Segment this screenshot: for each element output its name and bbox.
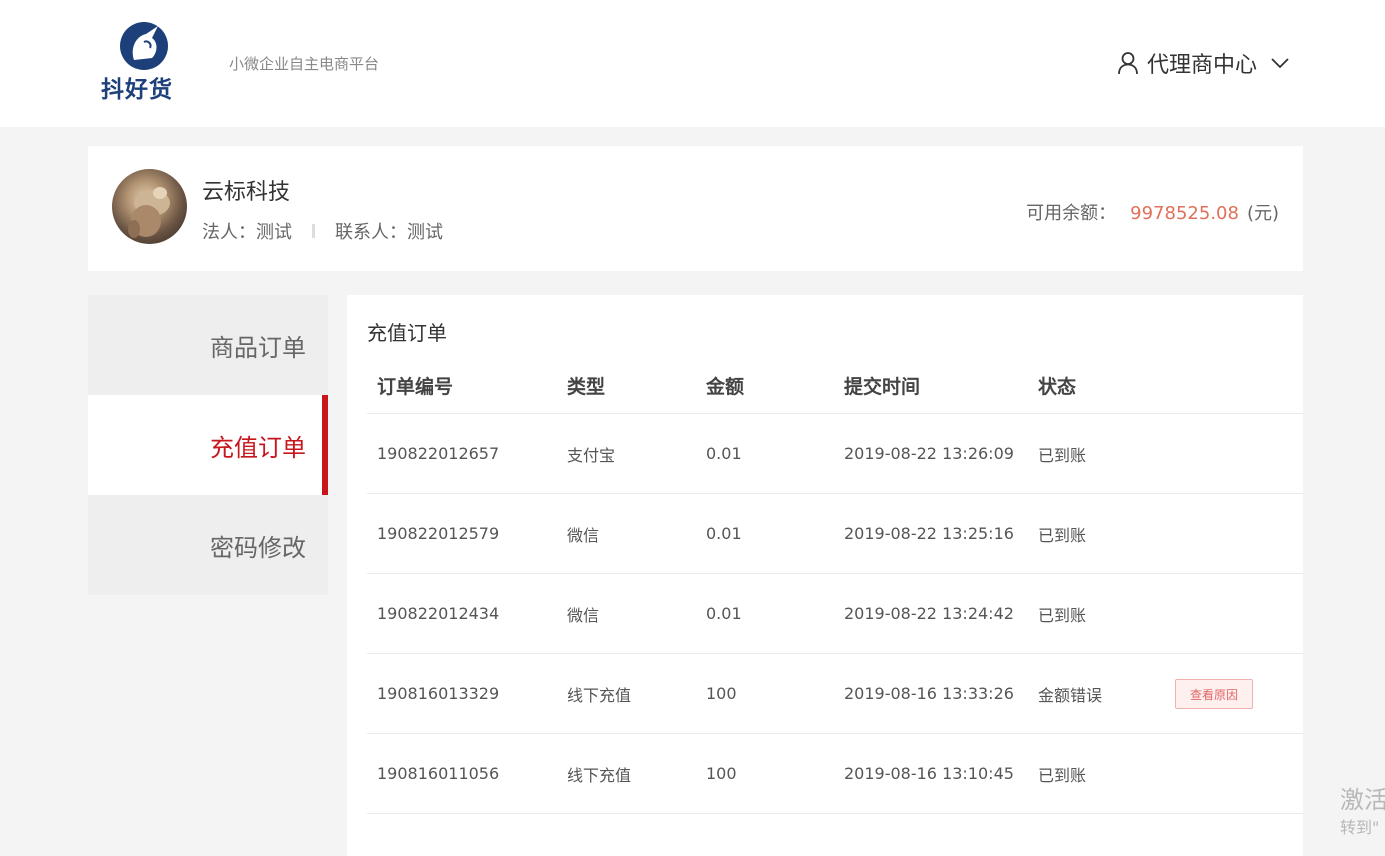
- legal-person: 法人：测试: [202, 222, 292, 243]
- amount-cell: 100: [706, 764, 737, 783]
- sidebar-item-product-orders[interactable]: 商品订单: [88, 295, 328, 395]
- type-cell: 线下充值: [567, 685, 632, 705]
- type-cell: 支付宝: [567, 445, 616, 465]
- status-cell: 已到账: [1038, 525, 1087, 545]
- type-cell: 微信: [567, 525, 600, 545]
- sidebar-item-recharge-orders[interactable]: 充值订单: [88, 395, 328, 495]
- table-row: 190816011056 线下充值 100 2019-08-16 13:10:4…: [367, 734, 1303, 814]
- logo-text: 抖好货: [101, 77, 173, 103]
- sidebar-item-label: 密码修改: [210, 533, 306, 562]
- chevron-down-icon: [1271, 58, 1289, 68]
- main-content: 充值订单 订单编号 类型 金额 提交时间 状态 190822012657 支付宝…: [347, 295, 1303, 856]
- time-cell: 2019-08-22 13:26:09: [844, 444, 1014, 463]
- watermark-line-1: 激活: [1340, 786, 1385, 814]
- sidebar-item-change-password[interactable]: 密码修改: [88, 495, 328, 595]
- table-header: 订单编号 类型 金额 提交时间 状态: [367, 358, 1303, 414]
- column-header-type: 类型: [567, 376, 606, 398]
- user-center-menu[interactable]: 代理商中心: [1117, 48, 1289, 78]
- amount-cell: 100: [706, 684, 737, 703]
- divider: [312, 224, 315, 238]
- order-no-cell: 190816011056: [377, 764, 500, 783]
- column-header-order-no: 订单编号: [377, 376, 454, 398]
- top-header: 抖好货 小微企业自主电商平台 代理商中心: [0, 0, 1385, 127]
- status-cell: 金额错误: [1038, 685, 1103, 705]
- status-cell: 已到账: [1038, 445, 1087, 465]
- contact-person: 联系人：测试: [335, 222, 443, 243]
- balance-unit: (元): [1246, 203, 1279, 224]
- column-header-status: 状态: [1038, 376, 1077, 398]
- balance-amount: 9978525.08: [1130, 203, 1239, 224]
- table-row: 190816013329 线下充值 100 2019-08-16 13:33:2…: [367, 654, 1303, 734]
- table-row: 190822012657 支付宝 0.01 2019-08-22 13:26:0…: [367, 414, 1303, 494]
- sidebar-item-label: 商品订单: [210, 333, 306, 362]
- column-header-time: 提交时间: [844, 376, 921, 398]
- user-center-label: 代理商中心: [1147, 53, 1258, 78]
- sidebar-item-label: 充值订单: [210, 433, 306, 462]
- recharge-order-table: 订单编号 类型 金额 提交时间 状态 190822012657 支付宝 0.01…: [367, 358, 1303, 814]
- status-cell: 已到账: [1038, 765, 1087, 785]
- sidebar-nav: 商品订单 充值订单 密码修改: [88, 295, 328, 595]
- contact-info: 法人：测试 联系人：测试: [202, 218, 443, 244]
- avatar: [112, 169, 187, 244]
- amount-cell: 0.01: [706, 524, 742, 543]
- company-profile-card: 云标科技 法人：测试 联系人：测试 可用余额： 9978525.08 (元): [88, 146, 1303, 271]
- activation-watermark: 激活 转到": [1340, 788, 1385, 836]
- order-no-cell: 190822012579: [377, 524, 500, 543]
- avatar-image: [128, 187, 170, 238]
- order-no-cell: 190822012434: [377, 604, 500, 623]
- table-row: 190822012434 微信 0.01 2019-08-22 13:24:42…: [367, 574, 1303, 654]
- order-no-cell: 190822012657: [377, 444, 500, 463]
- watermark-line-2: 转到": [1340, 818, 1380, 837]
- time-cell: 2019-08-22 13:25:16: [844, 524, 1014, 543]
- platform-slogan: 小微企业自主电商平台: [229, 55, 380, 73]
- action-cell: 查看原因: [1165, 678, 1303, 709]
- user-icon: [1118, 52, 1138, 75]
- balance-display: 可用余额： 9978525.08 (元): [1026, 199, 1279, 225]
- amount-cell: 0.01: [706, 604, 742, 623]
- company-name: 云标科技: [202, 180, 291, 205]
- column-header-amount: 金额: [706, 376, 745, 398]
- balance-label: 可用余额：: [1026, 203, 1117, 224]
- type-cell: 线下充值: [567, 765, 632, 785]
- view-reason-button[interactable]: 查看原因: [1175, 678, 1253, 709]
- page-title: 充值订单: [367, 321, 447, 345]
- time-cell: 2019-08-16 13:33:26: [844, 684, 1014, 703]
- amount-cell: 0.01: [706, 444, 742, 463]
- table-row: 190822012579 微信 0.01 2019-08-22 13:25:16…: [367, 494, 1303, 574]
- status-cell: 已到账: [1038, 605, 1087, 625]
- time-cell: 2019-08-22 13:24:42: [844, 604, 1014, 623]
- time-cell: 2019-08-16 13:10:45: [844, 764, 1014, 783]
- order-no-cell: 190816013329: [377, 684, 500, 703]
- type-cell: 微信: [567, 605, 600, 625]
